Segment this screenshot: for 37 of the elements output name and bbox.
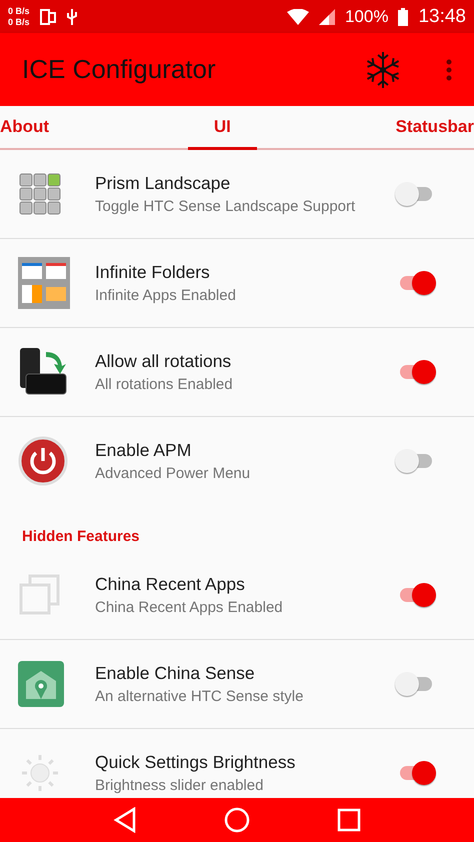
setting-summary: All rotations Enabled bbox=[95, 376, 234, 393]
home-icon[interactable] bbox=[224, 807, 250, 833]
setting-summary: Brightness slider enabled bbox=[95, 777, 264, 794]
battery-percent: 100% bbox=[344, 6, 388, 26]
setting-summary: Infinite Apps Enabled bbox=[95, 287, 237, 304]
tab[interactable]: UI bbox=[188, 106, 257, 150]
setting-title: Infinite Folders bbox=[95, 262, 211, 283]
recent-apps-icon bbox=[18, 574, 60, 616]
devices-icon bbox=[40, 8, 56, 24]
setting-summary: China Recent Apps Enabled bbox=[95, 599, 284, 616]
setting-title: Allow all rotations bbox=[95, 351, 232, 372]
snowflake-icon[interactable] bbox=[364, 50, 402, 88]
tab[interactable]: About bbox=[0, 106, 50, 150]
setting-title: Enable APM bbox=[95, 440, 192, 461]
setting-summary: Toggle HTC Sense Landscape Support bbox=[95, 198, 356, 215]
app-title: ICE Configurator bbox=[22, 54, 217, 85]
recents-icon[interactable] bbox=[336, 808, 361, 832]
folders-icon bbox=[18, 257, 70, 309]
setting-summary: Advanced Power Menu bbox=[95, 465, 252, 482]
signal-icon bbox=[318, 8, 335, 24]
setting-title: Quick Settings Brightness bbox=[95, 752, 296, 773]
more-options-icon[interactable] bbox=[446, 58, 452, 80]
setting-title: Enable China Sense bbox=[95, 663, 256, 684]
clock: 13:48 bbox=[418, 6, 466, 28]
download-speed: 0 B/s bbox=[8, 16, 30, 28]
setting-title: China Recent Apps bbox=[95, 574, 246, 595]
power-icon bbox=[18, 436, 68, 486]
battery-icon bbox=[398, 8, 408, 26]
wifi-icon bbox=[286, 8, 309, 24]
upload-speed: 0 B/s bbox=[8, 6, 30, 16]
back-icon[interactable] bbox=[113, 807, 138, 833]
home-location-icon bbox=[18, 661, 64, 707]
tab[interactable]: Statusbar bbox=[396, 106, 474, 150]
section-header: Hidden Features bbox=[22, 528, 140, 545]
usb-icon bbox=[66, 8, 78, 24]
setting-title: Prism Landscape bbox=[95, 173, 232, 194]
setting-summary: An alternative HTC Sense style bbox=[95, 688, 304, 705]
